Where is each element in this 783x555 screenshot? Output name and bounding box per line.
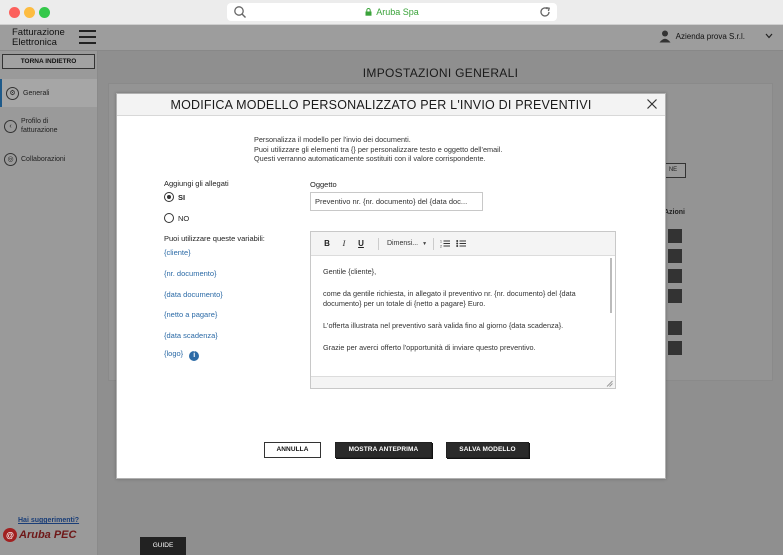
sidebar-item-profilo[interactable]: ‹ Profilo di fatturazione	[0, 113, 97, 139]
numbered-list-icon[interactable]: 12	[440, 239, 451, 249]
address-text: Aruba Spa	[227, 7, 557, 17]
variable-data-documento[interactable]: {data documento}	[164, 290, 223, 299]
resize-handle-icon[interactable]	[606, 380, 613, 387]
intro-line: Puoi utilizzare gli elementi tra {} per …	[254, 144, 503, 154]
intro-line: Questi verranno automaticamente sostitui…	[254, 154, 486, 163]
close-icon[interactable]	[645, 97, 659, 111]
back-button[interactable]: TORNA INDIETRO	[2, 54, 95, 69]
email-body-editor[interactable]: B I U Dimensi... ▼ 12 Gentile {cliente}, …	[310, 231, 616, 389]
hamburger-menu-icon[interactable]	[79, 30, 96, 44]
editor-statusbar	[311, 376, 615, 388]
modal-title: MODIFICA MODELLO PERSONALIZZATO PER L'IN…	[170, 98, 592, 112]
row-action-button[interactable]	[668, 249, 682, 263]
preview-button[interactable]: MOSTRA ANTEPRIMA	[335, 442, 432, 458]
window-minimize-button[interactable]	[24, 7, 35, 18]
variable-cliente[interactable]: {cliente}	[164, 248, 191, 257]
toolbar-separator	[378, 237, 379, 250]
lock-icon	[365, 8, 372, 16]
window-close-button[interactable]	[9, 7, 20, 18]
bulleted-list-icon[interactable]	[456, 239, 467, 248]
variables-label: Puoi utilizzare queste variabili:	[164, 234, 265, 243]
intro-line: Personalizza il modello per l'invio dei …	[254, 135, 411, 144]
font-size-value: Dimensi...	[387, 240, 419, 247]
font-size-select[interactable]: Dimensi... ▼	[387, 240, 427, 247]
brand-line-2: Elettronica	[12, 37, 57, 48]
body-paragraph: Gentile {cliente},	[323, 267, 377, 276]
user-icon	[659, 30, 671, 43]
row-action-button[interactable]	[668, 269, 682, 283]
sidebar-item-label-line1: Profilo di	[21, 118, 49, 125]
chevron-down-icon	[765, 33, 773, 39]
editor-content[interactable]: Gentile {cliente}, come da gentile richi…	[323, 267, 603, 365]
svg-text:1: 1	[440, 240, 442, 244]
radio-label: NO	[178, 213, 190, 223]
body-paragraph: L'offerta illustrata nel preventivo sarà…	[323, 321, 564, 330]
collaborations-icon: ◎	[4, 152, 17, 166]
address-bar[interactable]: Aruba Spa	[227, 3, 557, 21]
suggestions-link[interactable]: Hai suggerimenti?	[18, 517, 79, 524]
row-action-button[interactable]	[668, 341, 682, 355]
variable-logo[interactable]: {logo} i	[164, 349, 200, 361]
variable-nr-documento[interactable]: {nr. documento}	[164, 269, 217, 278]
subject-label: Oggetto	[310, 180, 337, 189]
app-header: Fatturazione Elettronica Azienda prova S…	[0, 25, 783, 51]
row-action-button[interactable]	[668, 321, 682, 335]
svg-text:2: 2	[440, 245, 442, 249]
guide-button[interactable]: GUIDE	[140, 537, 186, 555]
logo-mark-icon: @	[3, 528, 17, 542]
sidebar: TORNA INDIETRO ⚙ Generali ‹ Profilo di fa…	[0, 51, 98, 555]
attachments-label: Aggiungi gli allegati	[164, 179, 229, 188]
bold-button[interactable]: B	[321, 239, 333, 248]
reload-icon[interactable]	[538, 5, 552, 19]
row-action-button[interactable]	[668, 289, 682, 303]
page-title: IMPOSTAZIONI GENERALI	[362, 66, 519, 80]
editor-scrollbar[interactable]	[610, 258, 612, 313]
body-paragraph: Grazie per averci offerto l'opportunità …	[323, 343, 536, 352]
underline-button[interactable]: U	[355, 239, 367, 248]
sidebar-item-label: Profilo di fatturazione	[21, 117, 58, 135]
attachments-yes-radio[interactable]: SI	[164, 192, 185, 202]
sidebar-item-label-line2: fatturazione	[21, 127, 58, 134]
subject-input[interactable]: Preventivo nr. {nr. documento} del {data…	[310, 192, 483, 211]
brand-name: Fatturazione Elettronica	[12, 28, 65, 48]
modal-header: MODIFICA MODELLO PERSONALIZZATO PER L'IN…	[117, 94, 665, 116]
radio-unchecked-icon	[164, 213, 174, 223]
sidebar-item-generali[interactable]: ⚙ Generali	[0, 79, 97, 107]
italic-button[interactable]: I	[338, 239, 350, 248]
toolbar-separator	[433, 237, 435, 250]
editor-toolbar: B I U Dimensi... ▼ 12	[311, 232, 615, 256]
info-icon[interactable]: i	[189, 351, 200, 361]
sidebar-item-label: Collaborazioni	[21, 155, 66, 163]
url-label: Aruba Spa	[376, 7, 419, 17]
browser-chrome: Aruba Spa	[0, 0, 783, 25]
arrow-left-icon: ‹	[4, 119, 17, 133]
save-template-button[interactable]: SALVA MODELLO	[446, 442, 529, 458]
window-zoom-button[interactable]	[39, 7, 50, 18]
sidebar-item-label: Generali	[23, 89, 50, 97]
cancel-button[interactable]: ANNULLA	[264, 442, 321, 458]
aruba-pec-logo: @ Aruba PEC	[3, 528, 76, 542]
account-menu[interactable]: Azienda prova S.r.l.	[658, 29, 773, 43]
attachments-no-radio[interactable]: NO	[164, 213, 189, 223]
actions-column-header: Azioni	[664, 209, 685, 216]
row-action-button[interactable]	[668, 229, 682, 243]
account-name: Azienda prova S.r.l.	[675, 31, 745, 41]
dropdown-arrow-icon: ▼	[422, 241, 428, 247]
sidebar-item-collaborazioni[interactable]: ◎ Collaborazioni	[0, 150, 97, 168]
variable-logo-label: {logo}	[164, 349, 184, 358]
radio-checked-icon	[164, 192, 174, 202]
template-modal: MODIFICA MODELLO PERSONALIZZATO PER L'IN…	[116, 93, 666, 479]
radio-label: SI	[178, 192, 186, 202]
variable-netto-a-pagare[interactable]: {netto a pagare}	[164, 310, 217, 319]
modal-intro: Personalizza il modello per l'invio dei …	[254, 135, 502, 164]
logo-text: Aruba PEC	[19, 529, 77, 541]
settings-icon: ⚙	[6, 86, 19, 100]
body-paragraph: come da gentile richiesta, in allegato i…	[323, 289, 576, 308]
variable-data-scadenza[interactable]: {data scadenza}	[164, 331, 218, 340]
